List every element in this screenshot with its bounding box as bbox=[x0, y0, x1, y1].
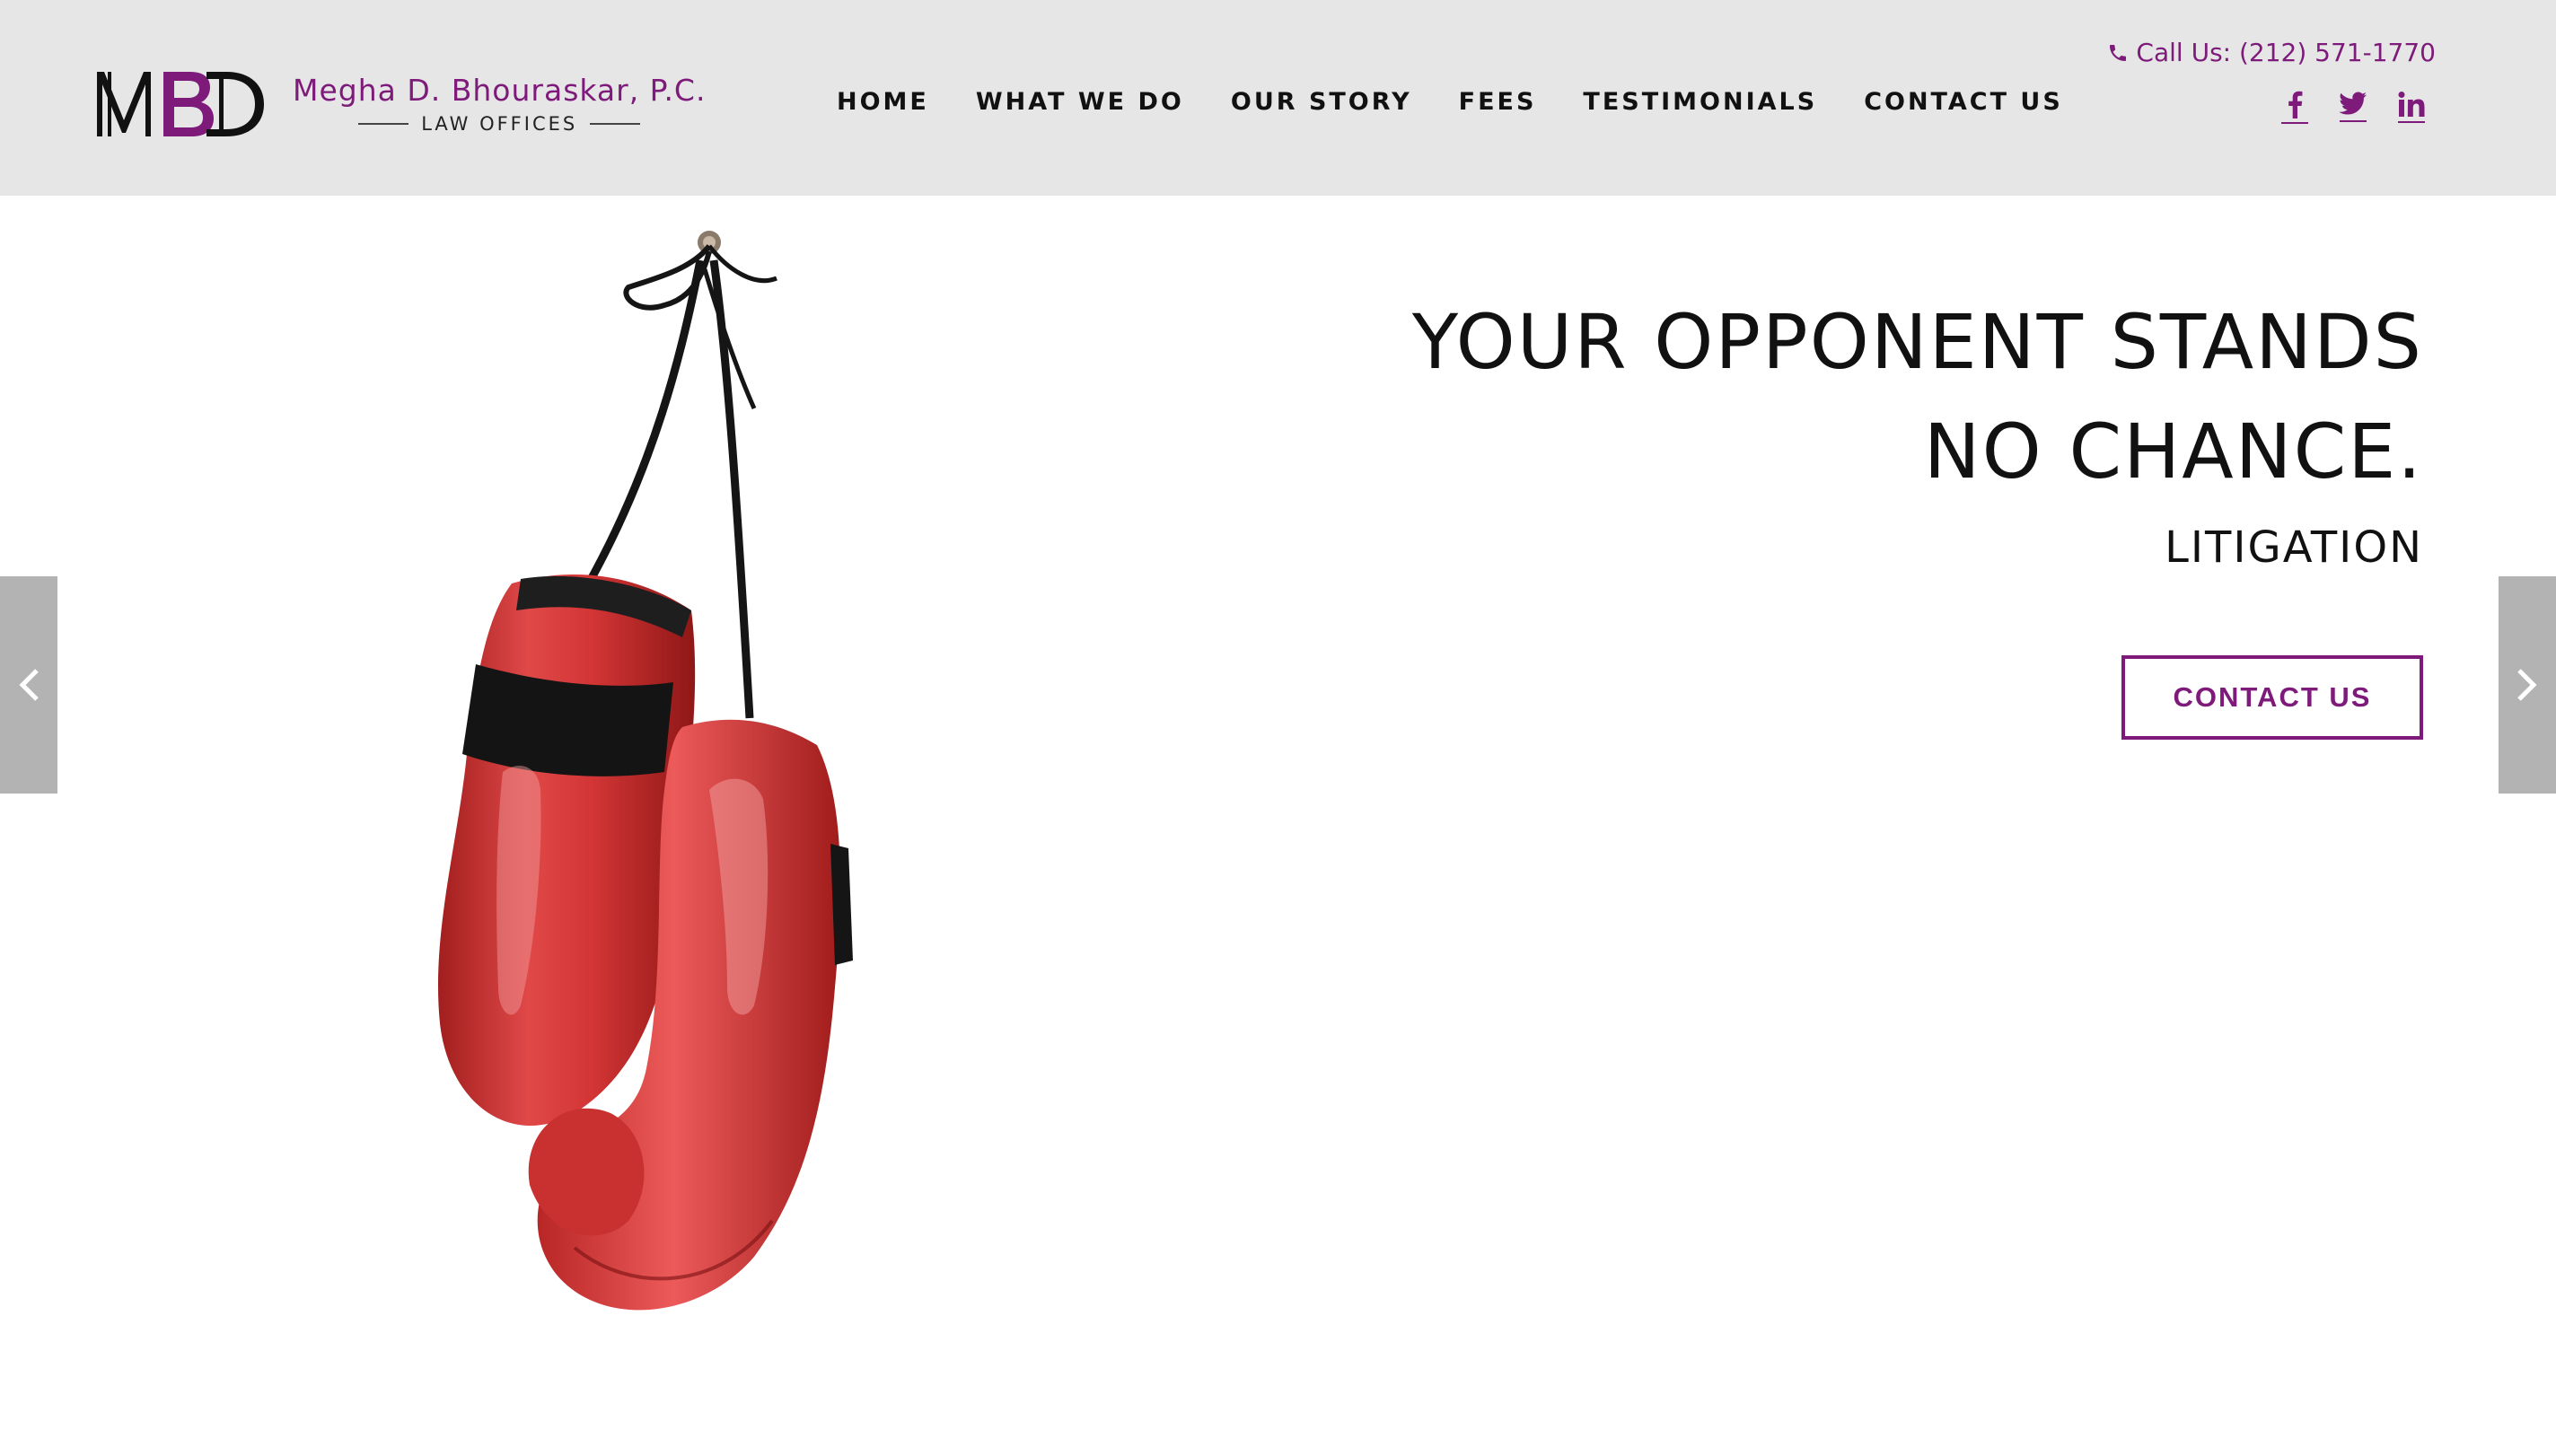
facebook-underline bbox=[2281, 122, 2308, 124]
nav-item-fees[interactable]: FEES bbox=[1459, 88, 1537, 116]
firm-name: Megha D. Bhouraskar, P.C. bbox=[293, 72, 707, 108]
slider-next-button[interactable] bbox=[2499, 576, 2556, 794]
chevron-right-icon bbox=[2517, 669, 2537, 701]
social-links bbox=[2251, 90, 2425, 124]
nav-item-our-story[interactable]: OUR STORY bbox=[1231, 88, 1412, 116]
nav-item-testimonials[interactable]: TESTIMONIALS bbox=[1583, 88, 1817, 116]
chevron-left-icon bbox=[19, 669, 39, 701]
site-logo[interactable]: Megha D. Bhouraskar, P.C. LAW OFFICES bbox=[95, 68, 706, 138]
linkedin-link[interactable] bbox=[2398, 91, 2425, 123]
mbd-logo-mark bbox=[97, 72, 264, 136]
hero-headline-line2: NO CHANCE. bbox=[1923, 408, 2423, 496]
boxing-gloves-image bbox=[437, 231, 853, 1311]
hero-contact-button[interactable]: CONTACT US bbox=[2121, 655, 2423, 740]
facebook-icon bbox=[2288, 91, 2303, 118]
hero-headline: YOUR OPPONENT STANDS NO CHANCE. bbox=[1076, 287, 2423, 506]
phone-label: Call Us: (212) 571-1770 bbox=[2136, 38, 2436, 67]
linkedin-underline bbox=[2398, 121, 2425, 123]
nav-item-home[interactable]: HOME bbox=[837, 88, 929, 116]
twitter-icon bbox=[2339, 92, 2367, 115]
slider-prev-button[interactable] bbox=[0, 576, 57, 794]
linkedin-icon bbox=[2398, 92, 2425, 117]
phone-icon bbox=[2110, 44, 2127, 61]
facebook-link[interactable] bbox=[2281, 90, 2308, 124]
twitter-link[interactable] bbox=[2339, 92, 2367, 122]
nav-item-contact-us[interactable]: CONTACT US bbox=[1864, 88, 2063, 116]
page: Megha D. Bhouraskar, P.C. LAW OFFICES HO… bbox=[0, 0, 2556, 1456]
hero-headline-line1: YOUR OPPONENT STANDS bbox=[1411, 298, 2423, 386]
site-header: Megha D. Bhouraskar, P.C. LAW OFFICES HO… bbox=[0, 0, 2556, 196]
hero-subhead: LITIGATION bbox=[2165, 522, 2423, 573]
main-nav: HOME WHAT WE DO OUR STORY FEES TESTIMONI… bbox=[837, 88, 2063, 116]
nav-item-what-we-do[interactable]: WHAT WE DO bbox=[976, 88, 1184, 116]
logo-text: Megha D. Bhouraskar, P.C. LAW OFFICES bbox=[293, 73, 706, 135]
firm-subtitle: LAW OFFICES bbox=[346, 113, 653, 135]
subtitle-rule-left bbox=[358, 122, 409, 125]
twitter-underline bbox=[2340, 120, 2367, 122]
firm-subtitle-text: LAW OFFICES bbox=[421, 112, 578, 135]
phone-link[interactable]: Call Us: (212) 571-1770 bbox=[2107, 38, 2436, 67]
subtitle-rule-right bbox=[590, 122, 641, 125]
